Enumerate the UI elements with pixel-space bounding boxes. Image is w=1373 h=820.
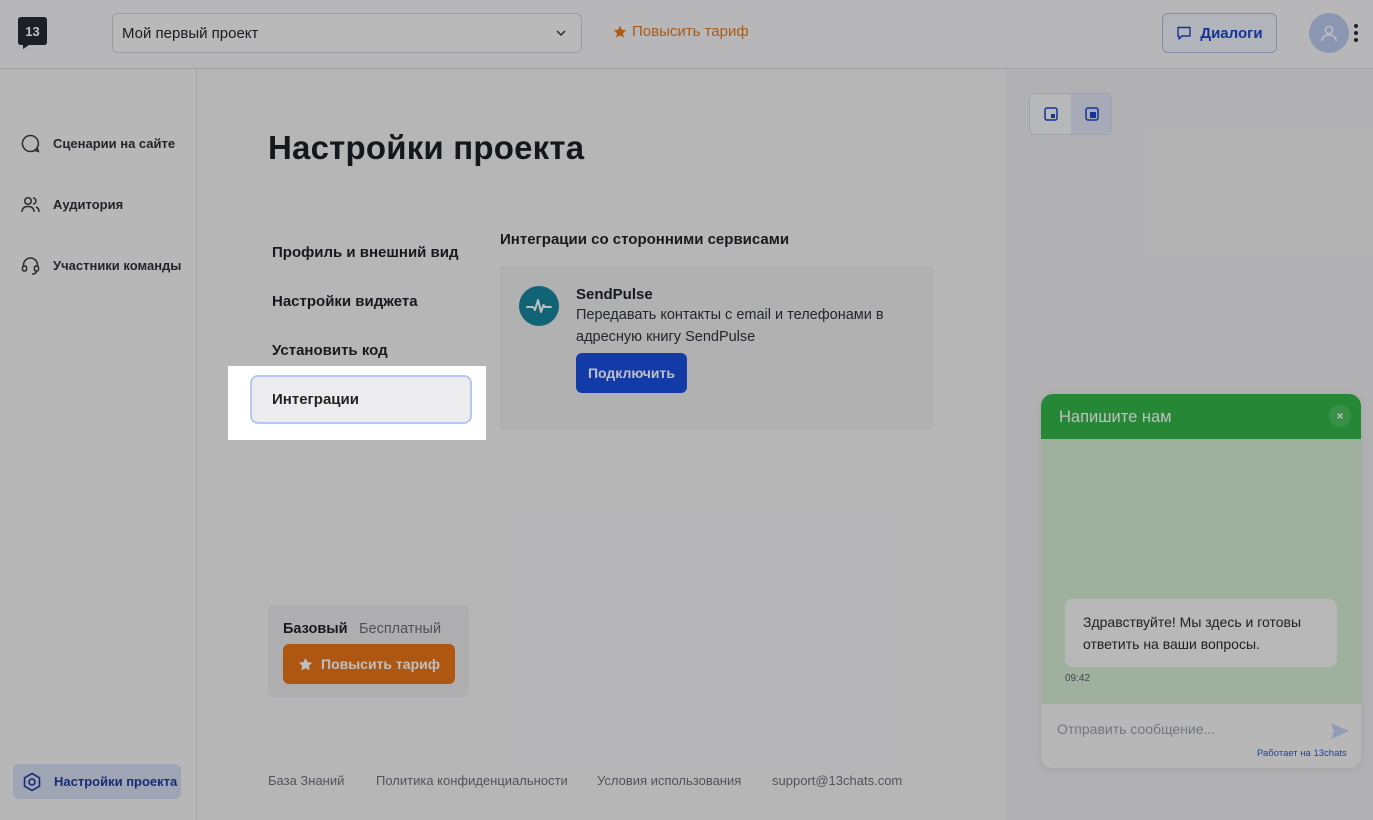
message-time: 09:42 <box>1065 673 1091 684</box>
widget-preview-panel: Напишите нам × Здравствуйте! Мы здесь и … <box>1005 69 1373 820</box>
footer-link-knowledge-base[interactable]: База Знаний <box>268 773 344 788</box>
tab-integrations-label: Интеграции <box>272 391 359 408</box>
sidebar-item-label: Настройки проекта <box>54 774 178 789</box>
main-content: Настройки проекта Профиль и внешний вид … <box>197 69 1005 820</box>
connect-button[interactable]: Подключить <box>576 353 687 393</box>
upgrade-link[interactable]: Повысить тариф <box>613 23 749 40</box>
view-toggle <box>1029 93 1112 135</box>
footer-link-privacy[interactable]: Политика конфиденциальности <box>376 773 568 788</box>
chevron-down-icon <box>556 30 566 37</box>
plan-type: Бесплатный <box>359 621 442 637</box>
sidebar-item-scenarios[interactable]: Сценарии на сайте <box>20 133 175 154</box>
tab-integrations[interactable]: Интеграции <box>250 375 472 424</box>
star-icon <box>298 657 313 670</box>
send-icon[interactable] <box>1329 720 1351 742</box>
plan-name: Базовый <box>283 621 348 637</box>
tab-install-code[interactable]: Установить код <box>272 342 388 359</box>
chat-header: Напишите нам × <box>1041 394 1361 439</box>
close-icon[interactable]: × <box>1329 405 1351 427</box>
sidebar-item-project-settings[interactable]: Настройки проекта <box>13 764 181 799</box>
integration-description: Передавать контакты с email и телефонами… <box>576 307 884 345</box>
svg-text:13: 13 <box>25 24 39 39</box>
layout-popup-icon <box>1084 107 1099 121</box>
integrations-heading: Интеграции со сторонними сервисами <box>500 231 790 248</box>
footer-link-terms[interactable]: Условия использования <box>597 773 741 788</box>
avatar[interactable] <box>1309 13 1349 53</box>
logo-icon[interactable]: 13 <box>17 16 48 49</box>
tour-spotlight: Интеграции <box>228 366 486 440</box>
sendpulse-logo-icon <box>519 286 559 326</box>
top-header: 13 Мой первый проект Повысить тариф Диал… <box>0 0 1373 69</box>
chat-title: Напишите нам <box>1059 408 1172 426</box>
chat-message: Здравствуйте! Мы здесь и готовы ответить… <box>1065 599 1337 667</box>
sidebar-item-label: Аудитория <box>53 197 124 212</box>
upgrade-link-label: Повысить тариф <box>632 23 749 40</box>
view-inline-button[interactable] <box>1030 94 1071 134</box>
chat-widget: Напишите нам × Здравствуйте! Мы здесь и … <box>1041 394 1361 768</box>
integration-name: SendPulse <box>576 286 653 303</box>
more-vertical-icon[interactable] <box>1352 22 1360 44</box>
plan-card: Базовый Бесплатный Повысить тариф <box>268 605 469 697</box>
upgrade-plan-button[interactable]: Повысить тариф <box>283 644 455 684</box>
star-icon <box>613 25 627 38</box>
tab-profile[interactable]: Профиль и внешний вид <box>272 244 459 261</box>
powered-by-link[interactable]: Работает на 13chats <box>1257 748 1347 759</box>
project-select-label: Мой первый проект <box>122 25 259 42</box>
chat-body: Здравствуйте! Мы здесь и готовы ответить… <box>1041 439 1361 704</box>
users-icon <box>21 196 40 213</box>
sidebar-item-team[interactable]: Участники команды <box>20 255 181 276</box>
view-popup-button[interactable] <box>1071 94 1111 134</box>
sidebar-item-audience[interactable]: Аудитория <box>20 194 123 215</box>
chat-input[interactable]: Отправить сообщение... <box>1057 721 1215 737</box>
page-title: Настройки проекта <box>268 129 585 166</box>
sidebar-item-label: Участники команды <box>53 258 182 273</box>
message-icon <box>1177 26 1192 40</box>
upgrade-plan-label: Повысить тариф <box>321 656 440 672</box>
sidebar: Сценарии на сайте Аудитория Участники ко… <box>0 69 197 820</box>
dialogs-button[interactable]: Диалоги <box>1162 13 1277 53</box>
tab-widget-settings[interactable]: Настройки виджета <box>272 293 418 310</box>
project-select[interactable]: Мой первый проект <box>112 13 582 53</box>
layout-corner-icon <box>1043 107 1058 121</box>
footer-link-support-email[interactable]: support@13chats.com <box>772 773 902 788</box>
integration-card-sendpulse: SendPulse Передавать контакты с email и … <box>500 266 934 430</box>
headset-icon <box>21 257 40 275</box>
chat-bubble-icon <box>21 134 40 153</box>
sidebar-item-label: Сценарии на сайте <box>53 136 176 151</box>
hexagon-settings-icon <box>23 772 41 791</box>
user-icon <box>1321 25 1337 42</box>
dialogs-button-label: Диалоги <box>1200 24 1263 42</box>
